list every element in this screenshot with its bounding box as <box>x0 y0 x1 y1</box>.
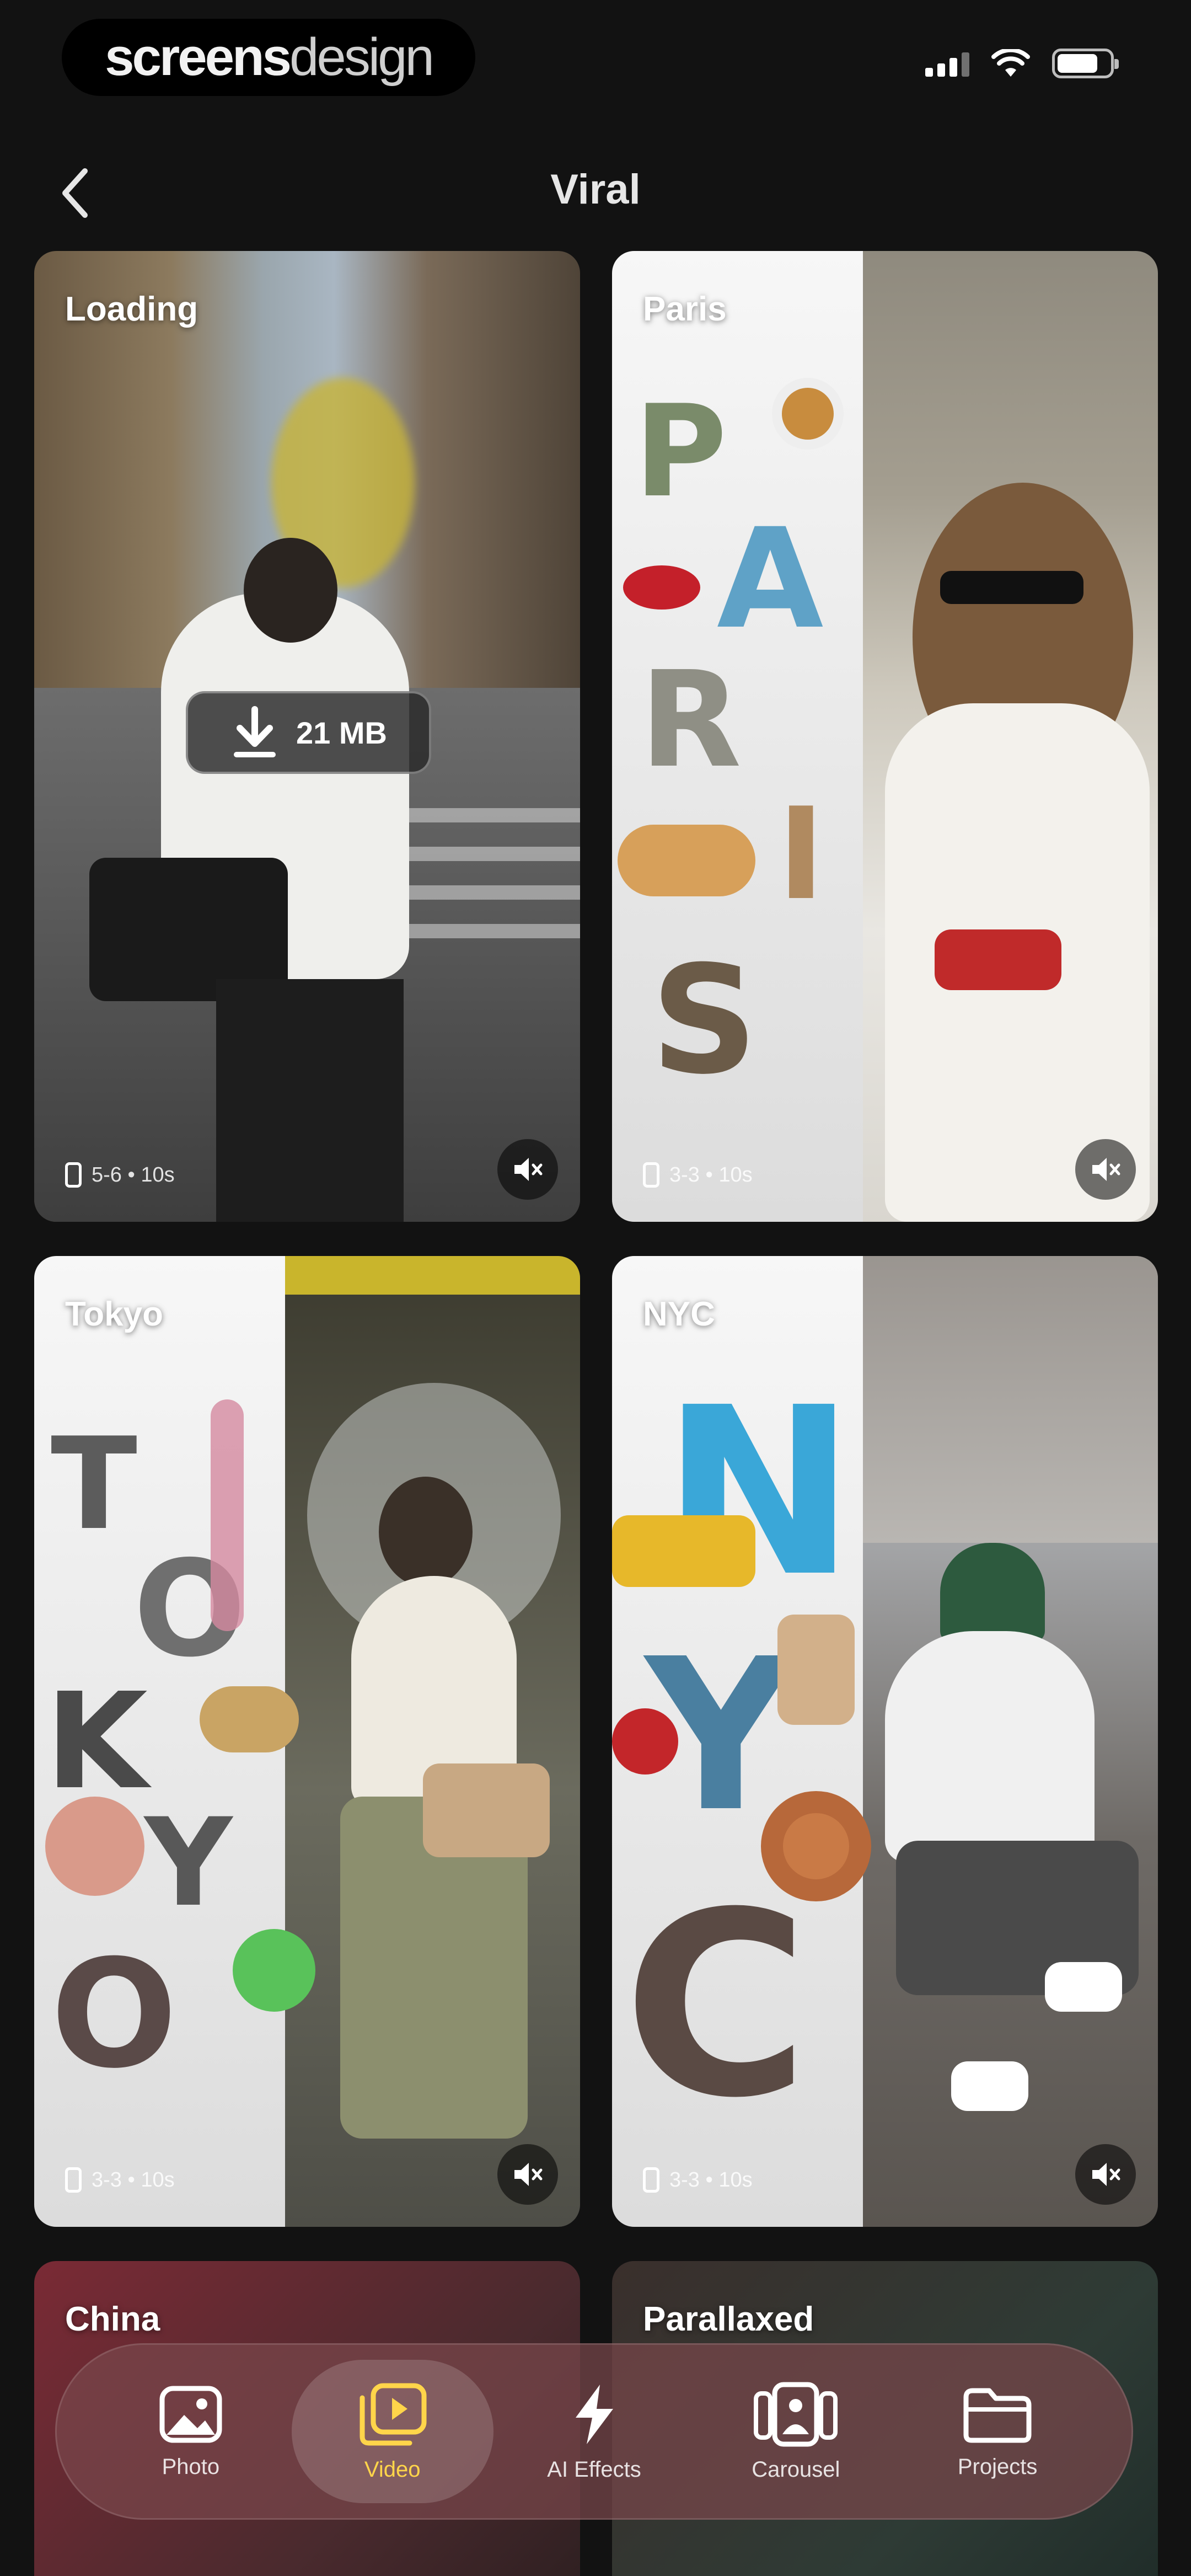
download-icon <box>234 706 276 757</box>
card-title: Paris <box>643 290 727 328</box>
tab-carousel[interactable]: Carousel <box>695 2360 897 2503</box>
card-meta-text: 5-6 • 10s <box>92 1163 175 1187</box>
speaker-muted-icon <box>514 2163 543 2186</box>
carousel-icon <box>754 2382 838 2446</box>
wifi-icon <box>991 49 1030 77</box>
speaker-muted-icon <box>1092 2163 1120 2186</box>
mute-button[interactable] <box>1075 2144 1136 2205</box>
clip-icon <box>65 1162 82 1188</box>
card-meta: 5-6 • 10s <box>65 1162 175 1188</box>
mute-button[interactable] <box>497 1139 558 1200</box>
card-meta: 3-3 • 10s <box>643 1162 753 1188</box>
speaker-muted-icon <box>514 1158 543 1181</box>
screen: screens design Viral Loading 21 MB 5-6 •… <box>0 0 1191 2576</box>
lightning-icon <box>576 2384 614 2444</box>
clip-icon <box>643 1162 659 1188</box>
card-title: Parallaxed <box>643 2300 814 2338</box>
collage-letter: C <box>623 1858 809 2153</box>
clip-icon <box>643 2167 659 2193</box>
card-meta-text: 3-3 • 10s <box>92 2168 175 2192</box>
speaker-muted-icon <box>1092 1158 1120 1181</box>
card-meta-text: 3-3 • 10s <box>669 2168 753 2192</box>
card-title: Loading <box>65 290 198 328</box>
card-title: NYC <box>643 1295 715 1333</box>
page-title: Viral <box>550 166 641 213</box>
template-card-tokyo[interactable]: T O K Y O Tokyo 3-3 • 10s <box>34 1256 580 2227</box>
card-photo <box>863 251 1158 1222</box>
collage-letter: T <box>51 1411 137 1558</box>
bottom-tab-bar: Photo Video AI Effects Carousel Projects <box>55 2343 1133 2520</box>
tab-photo[interactable]: Photo <box>90 2360 292 2503</box>
collage-letter: I <box>777 781 825 928</box>
tab-label: Projects <box>957 2454 1038 2479</box>
collage-letter: A <box>717 499 824 659</box>
tab-ai-effects[interactable]: AI Effects <box>493 2360 695 2503</box>
photo-icon <box>159 2386 222 2443</box>
tab-video[interactable]: Video <box>291 2360 493 2503</box>
tab-label: Video <box>364 2457 421 2482</box>
collage-letter: Y <box>144 1792 233 1933</box>
tab-projects[interactable]: Projects <box>897 2360 1098 2503</box>
folder-icon <box>963 2388 1032 2443</box>
download-button[interactable]: 21 MB <box>186 691 431 774</box>
collage-letter: K <box>45 1664 148 1819</box>
template-card-loading[interactable]: Loading 21 MB 5-6 • 10s <box>34 251 580 1222</box>
template-card-nyc[interactable]: N Y C NYC 3-3 • 10s <box>612 1256 1158 2227</box>
collage-letter: S <box>651 933 758 1107</box>
tab-label: Photo <box>162 2454 220 2479</box>
card-title: Tokyo <box>65 1295 163 1333</box>
card-meta: 3-3 • 10s <box>643 2167 753 2193</box>
card-meta-text: 3-3 • 10s <box>669 1163 753 1187</box>
battery-icon <box>1052 49 1119 78</box>
tab-label: Carousel <box>752 2457 840 2482</box>
collage-letter: P <box>634 378 727 526</box>
download-size: 21 MB <box>296 715 387 750</box>
card-title: China <box>65 2300 160 2338</box>
mute-button[interactable] <box>497 2144 558 2205</box>
status-icons <box>925 49 1119 78</box>
collage-letter: R <box>640 643 742 797</box>
video-icon <box>360 2383 427 2445</box>
brand-logo: screens design <box>62 19 475 96</box>
collage-letter: O <box>51 1927 178 2101</box>
card-photo <box>285 1256 580 2227</box>
tab-label: AI Effects <box>547 2457 641 2482</box>
template-card-paris[interactable]: P A R I S Paris 3-3 • 10s <box>612 251 1158 1222</box>
clip-icon <box>65 2167 82 2193</box>
mute-button[interactable] <box>1075 1139 1136 1200</box>
brand-text-light: design <box>289 28 434 87</box>
brand-text-bold: screens <box>105 28 292 87</box>
card-photo <box>863 1256 1158 2227</box>
card-meta: 3-3 • 10s <box>65 2167 175 2193</box>
template-grid: Loading 21 MB 5-6 • 10s P A R I S Paris … <box>34 251 1159 2576</box>
cellular-signal-icon <box>925 50 969 77</box>
